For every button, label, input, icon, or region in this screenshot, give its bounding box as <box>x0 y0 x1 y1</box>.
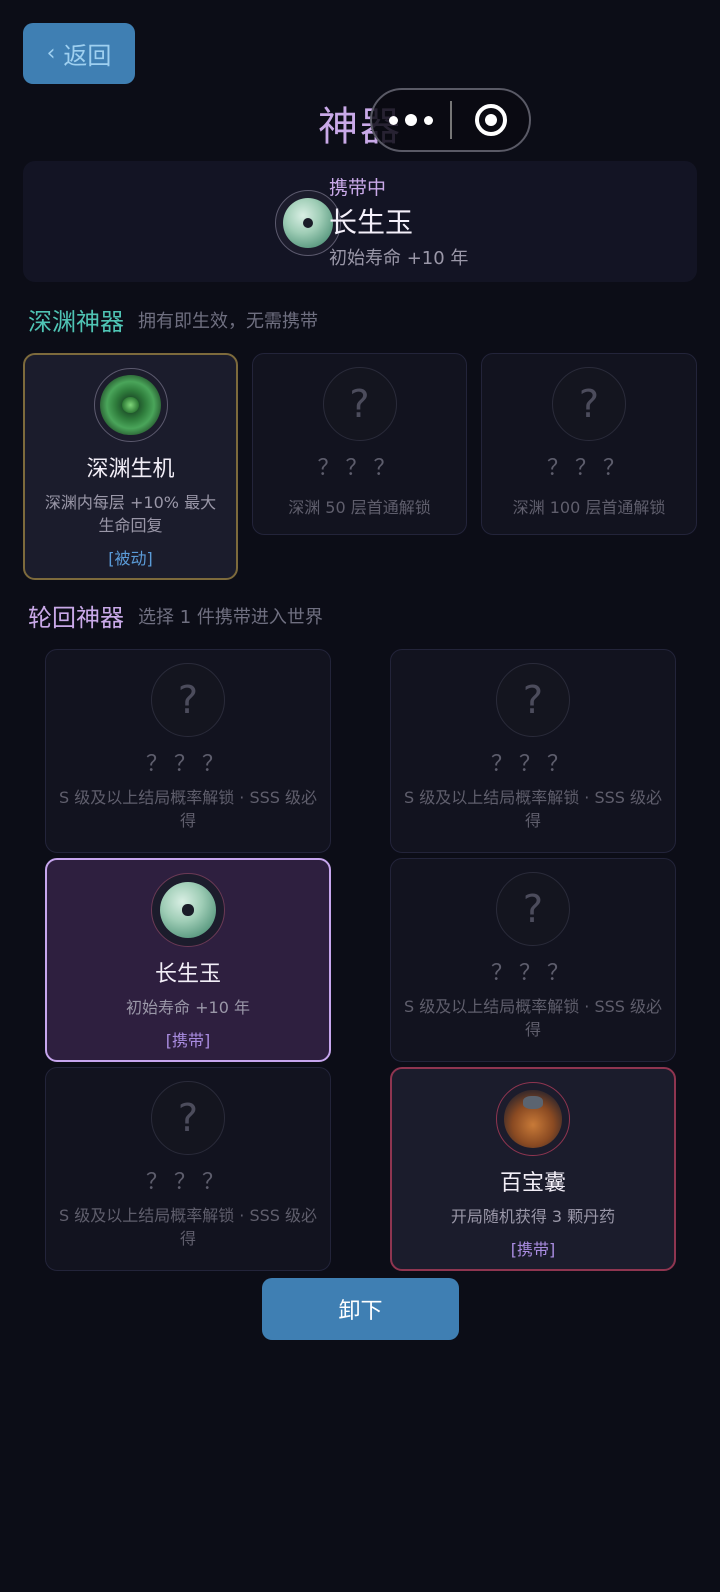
jade-pendant-icon <box>151 873 225 947</box>
carrying-status: 携带中 <box>329 177 387 199</box>
artifact-desc: S 级及以上结局概率解锁 · SSS 级必得 <box>403 788 663 830</box>
back-label: 返回 <box>63 42 112 70</box>
chevron-left-icon: ‹ <box>46 41 56 66</box>
artifact-name: ？？？ <box>490 961 575 986</box>
artifact-card-locked[interactable]: ? ？？？ S 级及以上结局概率解锁 · SSS 级必得 <box>45 1067 331 1271</box>
artifact-desc: 开局随机获得 3 颗丹药 <box>450 1207 616 1226</box>
artifact-card-locked[interactable]: ? ？？？ S 级及以上结局概率解锁 · SSS 级必得 <box>390 649 676 853</box>
page-title: 神器 <box>318 104 402 150</box>
artifact-desc: 深渊内每层 +10% 最大生命回复 <box>44 493 217 535</box>
abyss-section-title: 深渊神器 <box>28 308 124 336</box>
back-button[interactable]: ‹ 返回 <box>23 23 135 84</box>
more-dot <box>424 115 433 125</box>
abyss-section-subtitle: 拥有即生效，无需携带 <box>138 311 318 332</box>
artifact-card-locked[interactable]: ? ？？？ 深渊 100 层首通解锁 <box>481 353 697 535</box>
carry-tag: [携带] <box>510 1240 556 1259</box>
artifact-card-locked[interactable]: ? ？？？ S 级及以上结局概率解锁 · SSS 级必得 <box>390 858 676 1062</box>
more-menu-button[interactable] <box>372 90 450 150</box>
carrying-card: 携带中 长生玉 初始寿命 +10 年 <box>23 161 697 282</box>
artifact-card-locked[interactable]: ? ？？？ S 级及以上结局概率解锁 · SSS 级必得 <box>45 649 331 853</box>
question-mark-icon: ? <box>552 367 626 441</box>
artifact-card-longevity-jade[interactable]: 长生玉 初始寿命 +10 年 [携带] <box>45 858 331 1062</box>
artifact-desc: 深渊 100 层首通解锁 <box>512 498 666 517</box>
carrying-name: 长生玉 <box>329 206 414 239</box>
carrying-desc: 初始寿命 +10 年 <box>329 248 469 269</box>
passive-tag: [被动] <box>108 549 153 568</box>
artifact-card-locked[interactable]: ? ？？？ 深渊 50 层首通解锁 <box>252 353 467 535</box>
target-icon <box>474 104 507 136</box>
abyss-jade-icon <box>93 368 168 442</box>
question-mark-icon: ? <box>151 1081 225 1155</box>
artifact-desc: S 级及以上结局概率解锁 · SSS 级必得 <box>403 997 663 1039</box>
question-mark-icon: ? <box>151 663 225 737</box>
mini-program-capsule <box>370 88 531 152</box>
artifact-desc: 初始寿命 +10 年 <box>126 998 250 1017</box>
artifact-desc: S 级及以上结局概率解锁 · SSS 级必得 <box>58 788 318 830</box>
artifact-name: ？？？ <box>145 1170 230 1195</box>
question-mark-icon: ? <box>496 872 570 946</box>
question-mark-icon: ? <box>496 663 570 737</box>
question-mark-icon: ? <box>322 367 397 441</box>
reincarnation-section-subtitle: 选择 1 件携带进入世界 <box>138 607 323 628</box>
artifact-name: 长生玉 <box>154 962 221 987</box>
treasure-bag-icon <box>496 1082 570 1156</box>
artifact-card-treasure-bag[interactable]: 百宝囊 开局随机获得 3 颗丹药 [携带] <box>390 1067 676 1271</box>
artifact-desc: S 级及以上结局概率解锁 · SSS 级必得 <box>58 1206 318 1248</box>
artifact-name: 百宝囊 <box>499 1171 566 1196</box>
close-mini-program-button[interactable] <box>452 104 529 136</box>
artifact-name: ？？？ <box>145 752 230 777</box>
artifact-name: 深渊生机 <box>86 457 175 482</box>
artifact-name: ？？？ <box>546 456 631 481</box>
reincarnation-section-title: 轮回神器 <box>28 604 124 632</box>
artifact-card-abyss-vitality[interactable]: 深渊生机 深渊内每层 +10% 最大生命回复 [被动] <box>23 353 238 580</box>
carry-tag: [携带] <box>165 1031 211 1050</box>
artifact-desc: 深渊 50 层首通解锁 <box>288 498 431 517</box>
unload-button[interactable]: 卸下 <box>262 1278 459 1340</box>
artifact-name: ？？？ <box>317 456 402 481</box>
more-dots-icon <box>389 115 398 125</box>
artifact-name: ？？？ <box>490 752 575 777</box>
more-dot <box>405 114 417 126</box>
